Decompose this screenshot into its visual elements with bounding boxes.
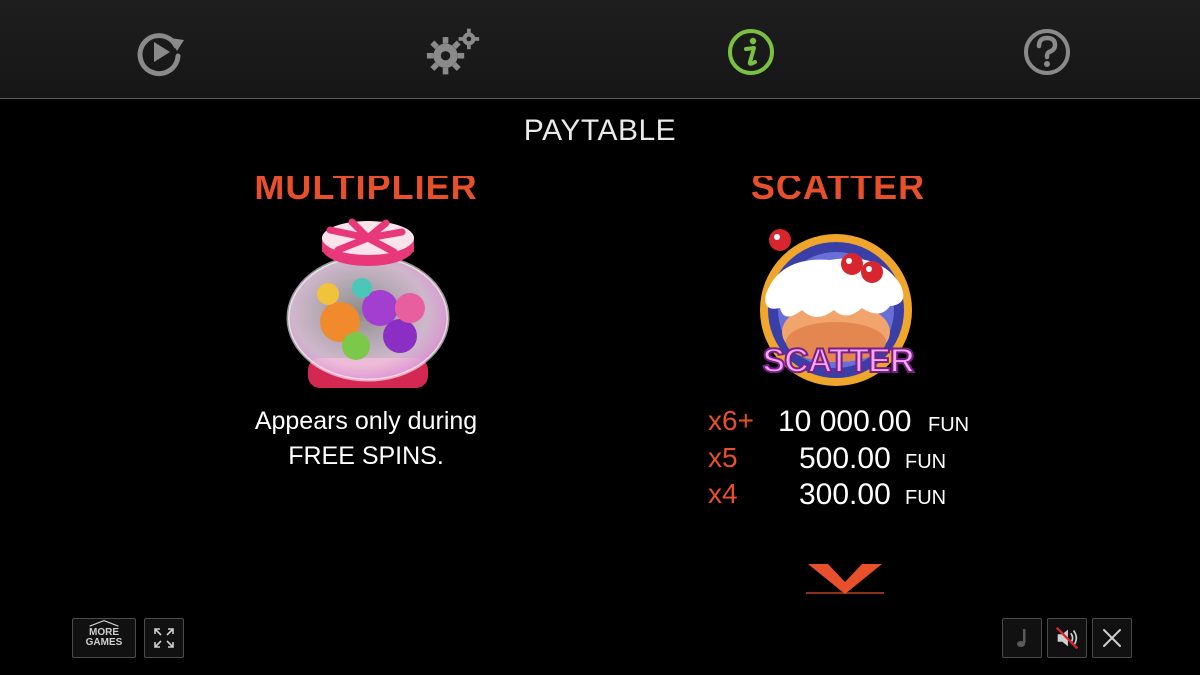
multiplier-desc-line2: FREE SPINS.	[288, 442, 444, 470]
help-button[interactable]	[1019, 24, 1075, 80]
page-title: PAYTABLE	[523, 114, 677, 147]
multiplier-description: Appears only during FREE SPINS.	[186, 404, 546, 474]
more-games-label: MORE GAMES	[85, 627, 123, 648]
pay-currency: FUN	[928, 414, 970, 436]
scatter-title: SCATTER	[750, 176, 926, 207]
scatter-pay-row-3: x4 300.00 FUN	[708, 478, 1008, 514]
scatter-symbol-label: SCATTER	[761, 341, 915, 381]
top-nav-bar	[0, 0, 1200, 99]
help-icon	[1024, 29, 1070, 75]
pay-count: x6+	[708, 405, 754, 436]
candy-jar-icon	[282, 218, 454, 394]
autoplay-button[interactable]	[132, 24, 188, 80]
chevron-down-icon	[806, 564, 884, 594]
pay-count: x4	[708, 478, 738, 509]
pay-amount: 300.00	[799, 478, 891, 511]
scatter-cake-icon: SCATTER	[750, 224, 926, 388]
multiplier-title: MULTIPLIER	[254, 176, 478, 207]
fullscreen-button[interactable]	[144, 618, 184, 658]
multiplier-desc-line1: Appears only during	[254, 407, 478, 435]
scatter-pay-row-1: x6+ 10 000.00 FUN	[708, 405, 1008, 441]
paytable-content: MULTIPLIER Appears only during FREE SPIN…	[0, 176, 1200, 596]
pay-count: x5	[708, 442, 738, 473]
sound-muted-icon	[1055, 626, 1079, 650]
close-button[interactable]	[1092, 618, 1132, 658]
more-games-button[interactable]: MORE GAMES	[72, 618, 136, 658]
pay-amount: 500.00	[799, 442, 891, 475]
pay-amount: 10 000.00	[778, 405, 912, 438]
pay-currency: FUN	[905, 487, 947, 509]
close-icon	[1103, 629, 1121, 647]
sound-button[interactable]	[1047, 618, 1087, 658]
music-note-icon	[1017, 629, 1026, 647]
music-button[interactable]	[1002, 618, 1042, 658]
scroll-down-button[interactable]	[806, 562, 884, 596]
settings-icon	[426, 28, 480, 75]
home-roof-icon	[89, 619, 119, 627]
autoplay-icon	[137, 33, 184, 77]
info-icon	[728, 29, 774, 75]
fullscreen-icon	[154, 628, 174, 648]
info-button[interactable]	[723, 24, 779, 80]
settings-button[interactable]	[425, 24, 481, 80]
pay-currency: FUN	[905, 451, 947, 473]
scatter-pay-row-2: x5 500.00 FUN	[708, 442, 1008, 478]
